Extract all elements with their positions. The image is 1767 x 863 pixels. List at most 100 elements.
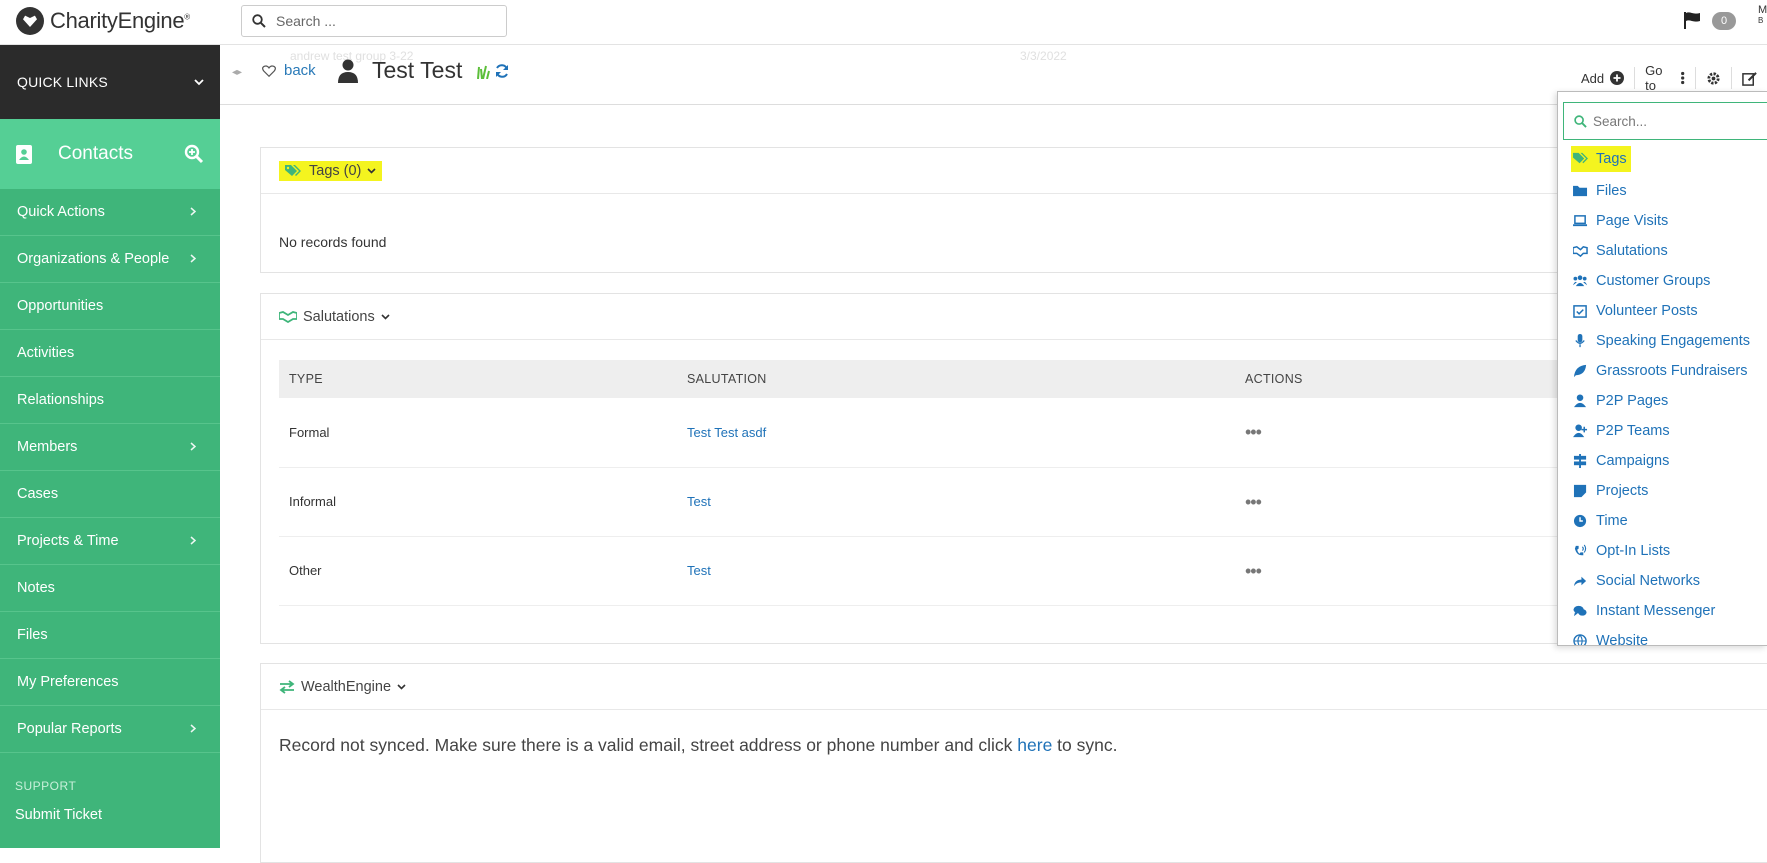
chevron-down-icon: [381, 313, 390, 320]
goto-item-salutations[interactable]: Salutations: [1573, 236, 1767, 266]
salutations-panel-toggle[interactable]: Salutations: [279, 309, 390, 325]
edit-icon: [1742, 71, 1757, 86]
share-icon: [1573, 576, 1587, 587]
wealthengine-panel: WealthEngine Record not synced. Make sur…: [260, 663, 1767, 863]
goto-item-projects[interactable]: Projects: [1573, 476, 1767, 506]
sync-text-before: Record not synced. Make sure there is a …: [279, 735, 1018, 755]
handshake-icon: [1573, 245, 1588, 258]
goto-item-instant-messenger[interactable]: Instant Messenger: [1573, 596, 1767, 626]
top-bar: CharityEngine® 0 MB: [0, 0, 1767, 45]
goto-button[interactable]: Go to: [1635, 63, 1696, 93]
flag-icon[interactable]: [1683, 11, 1701, 29]
sidebar-item-label: Opportunities: [17, 298, 104, 314]
goto-item-time[interactable]: Time: [1573, 506, 1767, 536]
back-link[interactable]: back: [262, 62, 316, 79]
goto-item-label: Projects: [1596, 483, 1649, 499]
sidebar-item-members[interactable]: Members: [0, 424, 220, 471]
gear-icon: [1707, 71, 1720, 85]
goto-item-website[interactable]: Website: [1573, 626, 1767, 646]
sync-icon[interactable]: [494, 63, 510, 79]
tags-panel-title: Tags (0): [309, 162, 362, 179]
laptop-icon: [1573, 215, 1588, 227]
add-button[interactable]: Add: [1571, 67, 1636, 89]
salutation-value-link[interactable]: Test Test asdf: [677, 398, 1235, 468]
ellipsis-vertical-icon: [1680, 71, 1684, 85]
sidebar: QUICK LINKS Contacts Quick Actions Organi…: [0, 45, 220, 848]
global-search[interactable]: [241, 5, 507, 37]
ellipsis-icon[interactable]: •••: [1245, 492, 1262, 512]
quick-links-toggle[interactable]: QUICK LINKS: [0, 45, 220, 119]
salutation-value-link[interactable]: Test: [677, 536, 1235, 606]
charityengine-logo[interactable]: CharityEngine®: [16, 6, 190, 36]
goto-item-volunteer-posts[interactable]: Volunteer Posts: [1573, 296, 1767, 326]
sidebar-item-quick-actions[interactable]: Quick Actions: [0, 189, 220, 236]
sidebar-item-label: Quick Actions: [17, 204, 105, 220]
ellipsis-icon[interactable]: •••: [1245, 561, 1262, 581]
goto-item-page-visits[interactable]: Page Visits: [1573, 206, 1767, 236]
table-header-row: TYPE SALUTATION ACTIONS: [279, 360, 1569, 398]
heart-icon[interactable]: [262, 64, 276, 78]
contacts-section[interactable]: Contacts: [0, 119, 220, 189]
prev-next-arrows[interactable]: ◂▸: [232, 67, 242, 78]
goto-item-p2p-pages[interactable]: P2P Pages: [1573, 386, 1767, 416]
salutation-type: Formal: [279, 398, 677, 468]
edit-button[interactable]: [1732, 67, 1767, 89]
sidebar-item-cases[interactable]: Cases: [0, 471, 220, 518]
global-search-input[interactable]: [276, 13, 476, 29]
goto-item-label: Salutations: [1596, 243, 1668, 259]
goto-item-label: Page Visits: [1596, 213, 1669, 229]
sidebar-item-label: Notes: [17, 580, 55, 596]
settings-button[interactable]: [1696, 67, 1732, 89]
ellipsis-icon[interactable]: •••: [1245, 422, 1262, 442]
search-plus-icon[interactable]: [184, 144, 204, 164]
chevron-right-icon: [190, 534, 197, 548]
sidebar-item-opportunities[interactable]: Opportunities: [0, 283, 220, 330]
sidebar-item-activities[interactable]: Activities: [0, 330, 220, 377]
sidebar-item-files[interactable]: Files: [0, 612, 220, 659]
sidebar-item-relationships[interactable]: Relationships: [0, 377, 220, 424]
sidebar-item-popular-reports[interactable]: Popular Reports: [0, 706, 220, 753]
row-actions: •••: [1235, 467, 1569, 537]
tags-panel: Tags (0) No records found: [260, 147, 1767, 273]
goto-item-customer-groups[interactable]: Customer Groups: [1573, 266, 1767, 296]
goto-item-social-networks[interactable]: Social Networks: [1573, 566, 1767, 596]
wealthengine-panel-title: WealthEngine: [301, 678, 392, 695]
goto-item-label: Website: [1596, 633, 1649, 646]
notification-badge[interactable]: 0: [1712, 12, 1736, 30]
sidebar-item-organizations-and-people[interactable]: Organizations & People: [0, 236, 220, 283]
dropdown-search-input[interactable]: [1593, 113, 1753, 129]
header-actions: Add Go to: [1571, 63, 1767, 93]
sidebar-item-my-preferences[interactable]: My Preferences: [0, 659, 220, 706]
goto-dropdown: Tags Files Page Visits Salutations Customer …: [1557, 91, 1767, 646]
column-salutation[interactable]: SALUTATION: [677, 360, 1235, 398]
user-menu[interactable]: MB: [1758, 4, 1767, 25]
logo-registered: ®: [184, 12, 190, 22]
tags-panel-toggle[interactable]: Tags (0): [279, 160, 383, 181]
goto-item-grassroots-fundraisers[interactable]: Grassroots Fundraisers: [1573, 356, 1767, 386]
logo-text: CharityEngine: [50, 8, 185, 33]
calendar-check-icon: [1573, 305, 1587, 318]
dropdown-search[interactable]: [1563, 102, 1767, 140]
folder-icon: [1573, 185, 1588, 197]
column-type[interactable]: TYPE: [279, 360, 677, 398]
sidebar-item-notes[interactable]: Notes: [0, 565, 220, 612]
person-icon: [338, 59, 358, 83]
salutation-value-link[interactable]: Test: [677, 467, 1235, 537]
goto-item-p2p-teams[interactable]: P2P Teams: [1573, 416, 1767, 446]
sidebar-item-projects-and-time[interactable]: Projects & Time: [0, 518, 220, 565]
logo-heart-icon: [16, 7, 44, 35]
header-status-icons: [476, 63, 510, 79]
goto-item-label: Campaigns: [1596, 453, 1670, 469]
grassroots-icon[interactable]: [476, 63, 491, 79]
wealthengine-panel-toggle[interactable]: WealthEngine: [279, 679, 406, 695]
goto-item-label: Volunteer Posts: [1596, 303, 1698, 319]
goto-item-files[interactable]: Files: [1573, 176, 1767, 206]
submit-ticket-link[interactable]: Submit Ticket: [0, 807, 220, 823]
sync-here-link[interactable]: here: [1017, 735, 1052, 755]
user-icon: [1573, 394, 1587, 408]
goto-item-campaigns[interactable]: Campaigns: [1573, 446, 1767, 476]
goto-item-opt-in-lists[interactable]: Opt-In Lists: [1573, 536, 1767, 566]
goto-item-speaking-engagements[interactable]: Speaking Engagements: [1573, 326, 1767, 356]
row-actions: •••: [1235, 536, 1569, 606]
goto-item-tags[interactable]: Tags: [1571, 146, 1631, 172]
